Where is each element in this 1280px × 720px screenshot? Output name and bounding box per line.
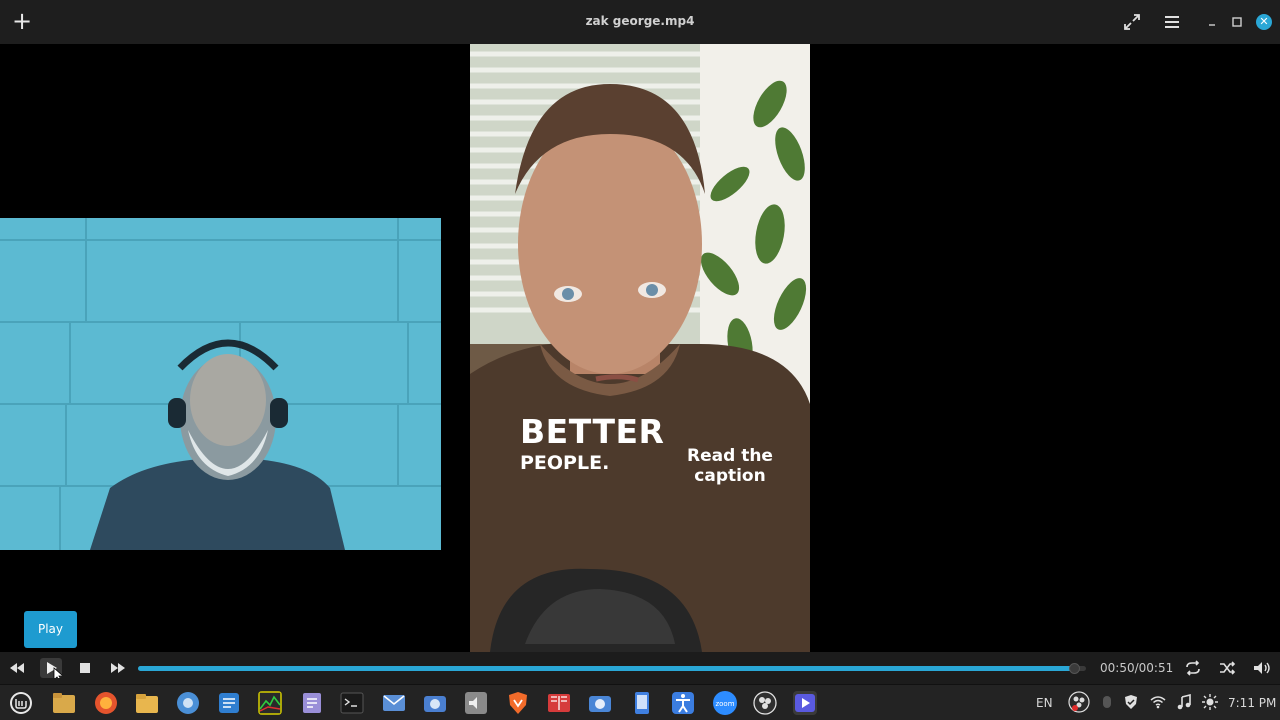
media-player-window: + zak george.mp4 ✕ BETTER PEOPLE. Read t…	[0, 0, 1280, 720]
repeat-icon[interactable]	[1182, 658, 1204, 678]
seek-bar[interactable]	[138, 663, 1086, 674]
fast-forward-icon[interactable]	[107, 658, 129, 678]
stop-icon[interactable]	[74, 658, 96, 678]
mail-icon[interactable]	[382, 691, 406, 715]
minimize-icon[interactable]	[1202, 12, 1222, 32]
accessibility-icon[interactable]	[671, 691, 695, 715]
fullscreen-icon[interactable]	[1122, 12, 1142, 32]
system-monitor-icon[interactable]	[258, 691, 282, 715]
text-editor-icon[interactable]	[217, 691, 241, 715]
media-player-icon[interactable]	[793, 691, 817, 715]
playback-controls: 00:50/00:51	[0, 652, 1280, 684]
clock[interactable]: 7:11 PM	[1228, 696, 1276, 710]
svg-text:zoom: zoom	[715, 700, 734, 708]
title-bar: + zak george.mp4 ✕	[0, 0, 1280, 44]
book-icon[interactable]	[547, 691, 571, 715]
time-display: 00:50/00:51	[1100, 661, 1174, 675]
camera-icon[interactable]	[588, 691, 612, 715]
seek-bar-handle[interactable]	[1068, 663, 1080, 674]
overlay-text-small: PEOPLE.	[520, 452, 610, 474]
overlay-text-large: BETTER	[520, 412, 665, 451]
keyboard-language[interactable]: EN	[1036, 696, 1053, 710]
shield-icon[interactable]	[1123, 694, 1139, 710]
window-title: zak george.mp4	[585, 14, 695, 28]
play-tooltip: Play	[24, 611, 77, 648]
shuffle-icon[interactable]	[1216, 658, 1238, 678]
webcam-overlay	[0, 218, 441, 550]
files-folder-icon[interactable]	[52, 691, 76, 715]
taskbar: zoom EN 7:11 PM	[0, 684, 1280, 720]
close-icon[interactable]: ✕	[1256, 14, 1272, 30]
chromium-icon[interactable]	[176, 691, 200, 715]
wifi-icon[interactable]	[1150, 694, 1166, 710]
sound-icon[interactable]	[464, 691, 488, 715]
brave-icon[interactable]	[506, 691, 530, 715]
volume-icon[interactable]	[1251, 658, 1273, 678]
restore-icon[interactable]	[1227, 12, 1247, 32]
menu-icon[interactable]	[1162, 12, 1182, 32]
screenshot-icon[interactable]	[423, 691, 447, 715]
terminal-icon[interactable]	[340, 691, 364, 715]
music-note-icon[interactable]	[1176, 694, 1192, 710]
overlay-caption: Read the caption	[687, 446, 773, 486]
obs-icon[interactable]	[753, 691, 777, 715]
bluetooth-icon[interactable]	[1099, 694, 1115, 710]
firefox-icon[interactable]	[94, 691, 118, 715]
rewind-icon[interactable]	[6, 658, 28, 678]
zoom-icon[interactable]: zoom	[711, 691, 739, 715]
mint-menu-icon[interactable]	[9, 691, 33, 715]
video-display[interactable]: BETTER PEOPLE. Read the caption Play	[0, 44, 1280, 652]
seek-bar-progress	[138, 666, 1074, 671]
main-video-frame: BETTER PEOPLE. Read the caption	[470, 44, 810, 652]
notes-icon[interactable]	[300, 691, 324, 715]
play-icon[interactable]	[40, 658, 62, 678]
brightness-icon[interactable]	[1202, 694, 1218, 710]
obs-tray-icon[interactable]	[1068, 691, 1090, 713]
phone-icon[interactable]	[630, 691, 654, 715]
folder-icon[interactable]	[135, 691, 159, 715]
